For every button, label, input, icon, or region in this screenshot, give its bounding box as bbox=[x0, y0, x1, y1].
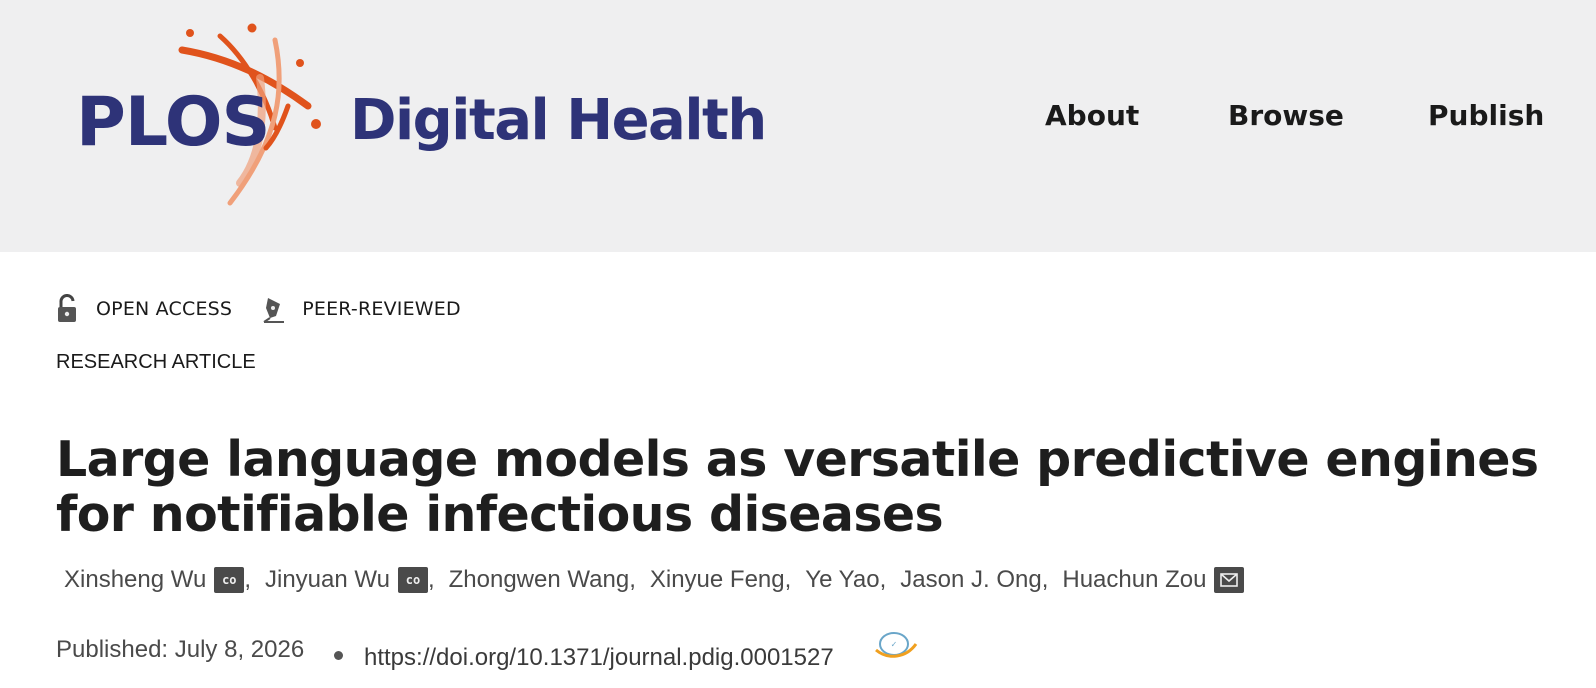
logo-wordmark-digital-health: Digital Health bbox=[350, 88, 767, 153]
article-type: RESEARCH ARTICLE bbox=[56, 351, 256, 373]
article-badges: OPEN ACCESS PEER-REVIEWED bbox=[56, 292, 491, 326]
author-jason-j-ong[interactable]: Jason J. Ong bbox=[900, 566, 1041, 594]
open-access-badge[interactable]: OPEN ACCESS bbox=[56, 294, 232, 324]
author-list: Xinsheng Wu co , Jinyuan Wu co , Zhongwe… bbox=[64, 566, 1245, 594]
author-name: Zhongwen Wang bbox=[448, 566, 630, 593]
crossmark-icon[interactable]: ✓ bbox=[874, 630, 918, 662]
author-huachun-zou[interactable]: Huachun Zou bbox=[1062, 566, 1245, 594]
peer-reviewed-label: PEER-REVIEWED bbox=[302, 298, 461, 320]
nav-browse[interactable]: Browse bbox=[1228, 99, 1344, 132]
author-separator: , bbox=[1041, 566, 1049, 593]
nav-publish[interactable]: Publish bbox=[1428, 99, 1544, 132]
author-zhongwen-wang[interactable]: Zhongwen Wang bbox=[449, 566, 630, 594]
bullet-separator bbox=[334, 651, 343, 660]
pen-nib-icon bbox=[262, 294, 286, 324]
author-separator: , bbox=[879, 566, 887, 593]
article-title: Large language models as versatile predi… bbox=[56, 431, 1539, 543]
nav-about[interactable]: About bbox=[1045, 99, 1139, 132]
co-first-author-icon[interactable]: co bbox=[214, 567, 245, 593]
author-name: Xinsheng Wu bbox=[64, 566, 207, 593]
author-name: Jinyuan Wu bbox=[264, 566, 390, 593]
open-access-label: OPEN ACCESS bbox=[96, 298, 233, 320]
published-date: Published: July 8, 2026 bbox=[56, 636, 305, 663]
mail-icon[interactable] bbox=[1214, 567, 1245, 593]
author-name: Jason J. Ong bbox=[900, 566, 1042, 593]
author-separator: , bbox=[244, 566, 251, 593]
site-header: PLOS Digital Health About Browse Publish bbox=[0, 0, 1596, 252]
author-xinsheng-wu[interactable]: Xinsheng Wu co bbox=[64, 566, 245, 594]
author-name: Huachun Zou bbox=[1062, 566, 1207, 593]
author-name: Xinyue Feng bbox=[649, 566, 785, 593]
author-separator: , bbox=[427, 566, 435, 593]
doi-link[interactable]: https://doi.org/10.1371/journal.pdig.000… bbox=[364, 644, 834, 672]
plos-digital-health-logo[interactable]: PLOS Digital Health bbox=[70, 18, 767, 218]
author-xinyue-feng[interactable]: Xinyue Feng bbox=[650, 566, 785, 594]
logo-wordmark-plos: PLOS bbox=[76, 83, 271, 162]
author-separator: , bbox=[629, 566, 636, 593]
svg-text:✓: ✓ bbox=[891, 640, 898, 649]
author-separator: , bbox=[784, 566, 792, 593]
author-ye-yao[interactable]: Ye Yao bbox=[805, 566, 879, 594]
peer-reviewed-badge[interactable]: PEER-REVIEWED bbox=[262, 294, 461, 324]
author-name: Ye Yao bbox=[805, 566, 880, 593]
author-jinyuan-wu[interactable]: Jinyuan Wu co bbox=[265, 566, 428, 594]
co-first-author-icon[interactable]: co bbox=[397, 567, 428, 593]
open-lock-icon bbox=[56, 294, 80, 324]
